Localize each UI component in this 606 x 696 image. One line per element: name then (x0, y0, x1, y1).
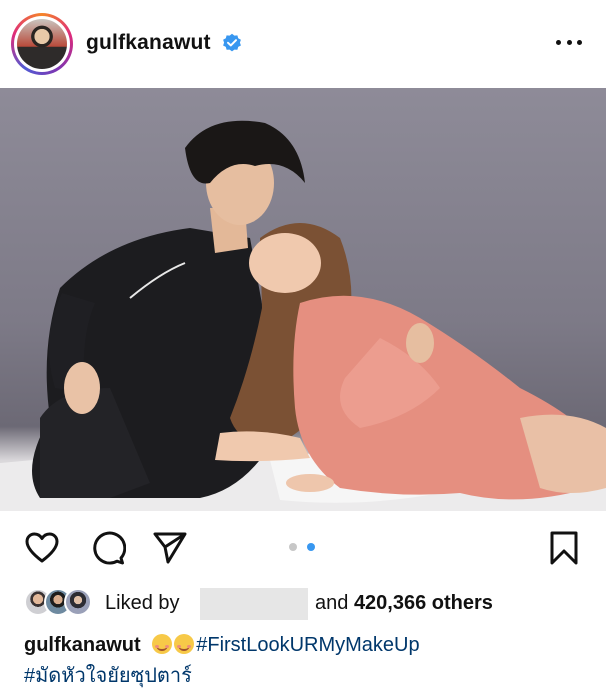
liked-by-label: Liked by (105, 592, 180, 614)
carousel-indicator (289, 543, 319, 551)
post-header: gulfkanawut (0, 0, 606, 88)
carousel-dot (289, 543, 297, 551)
carousel-dot-active (307, 543, 315, 551)
post-photo[interactable] (0, 88, 606, 511)
more-options-icon[interactable] (556, 40, 582, 48)
verified-badge-icon (223, 33, 241, 52)
liker-avatar[interactable] (64, 588, 92, 616)
bookmark-icon[interactable] (546, 530, 582, 566)
caption-username[interactable]: gulfkanawut (24, 634, 141, 656)
hashtag-link[interactable]: #FirstLookURMyMakeUp (196, 634, 419, 656)
post-username[interactable]: gulfkanawut (86, 31, 211, 55)
photo-illustration (0, 120, 606, 511)
liked-by-username-redacted[interactable] (200, 588, 308, 620)
comment-icon[interactable] (90, 530, 126, 566)
avatar[interactable] (17, 19, 67, 69)
smiling-face-emoji-icon (174, 634, 195, 654)
story-ring[interactable] (11, 13, 73, 75)
heart-icon[interactable] (24, 530, 60, 566)
likes-count[interactable]: and 420,366 others (315, 592, 493, 615)
hashtag-link[interactable]: #มัดหัวใจยัยซุปตาร์ (24, 665, 192, 687)
post-caption: gulfkanawut #FirstLookURMyMakeUp #มัดหัว… (24, 630, 594, 692)
likes-row: Liked by and 420,366 others (24, 588, 584, 620)
smiling-face-emoji-icon (152, 634, 173, 654)
send-icon[interactable] (152, 530, 188, 566)
